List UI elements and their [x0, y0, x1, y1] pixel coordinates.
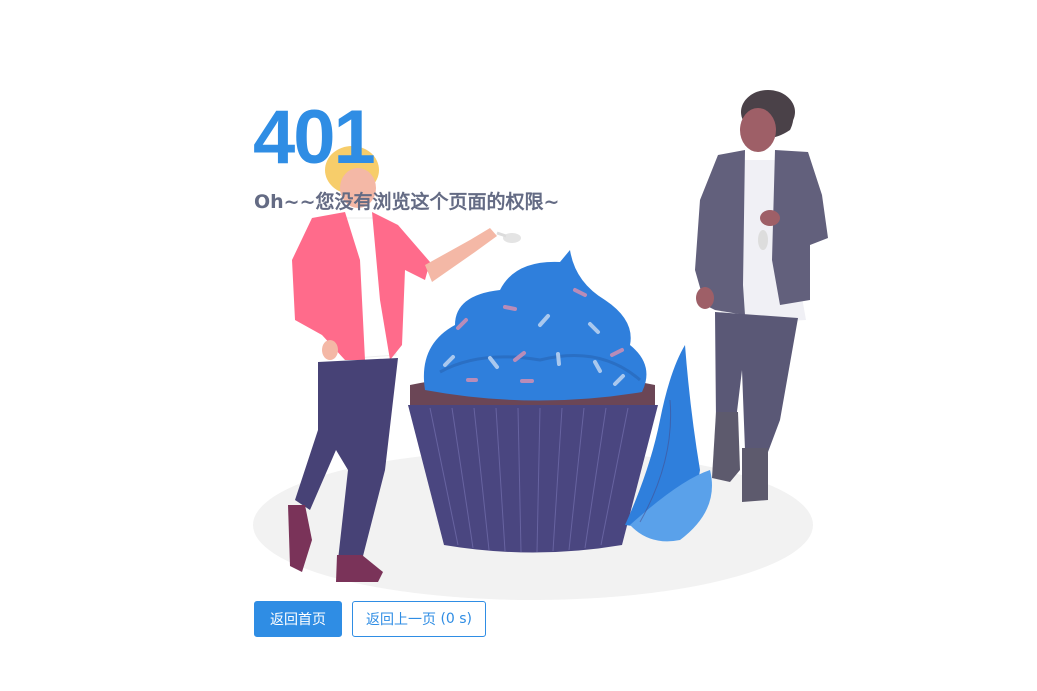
home-button[interactable]: 返回首页: [254, 601, 342, 637]
error-message: Oh~~您没有浏览这个页面的权限~: [254, 191, 560, 213]
countdown-text: (0 s): [440, 611, 473, 627]
cupcake: [408, 250, 658, 553]
right-person: [695, 90, 828, 502]
error-code: 401: [253, 95, 376, 180]
back-button[interactable]: 返回上一页 (0 s): [352, 601, 486, 637]
back-button-label: 返回上一页: [365, 612, 436, 628]
cupcake-illustration: [253, 90, 828, 600]
